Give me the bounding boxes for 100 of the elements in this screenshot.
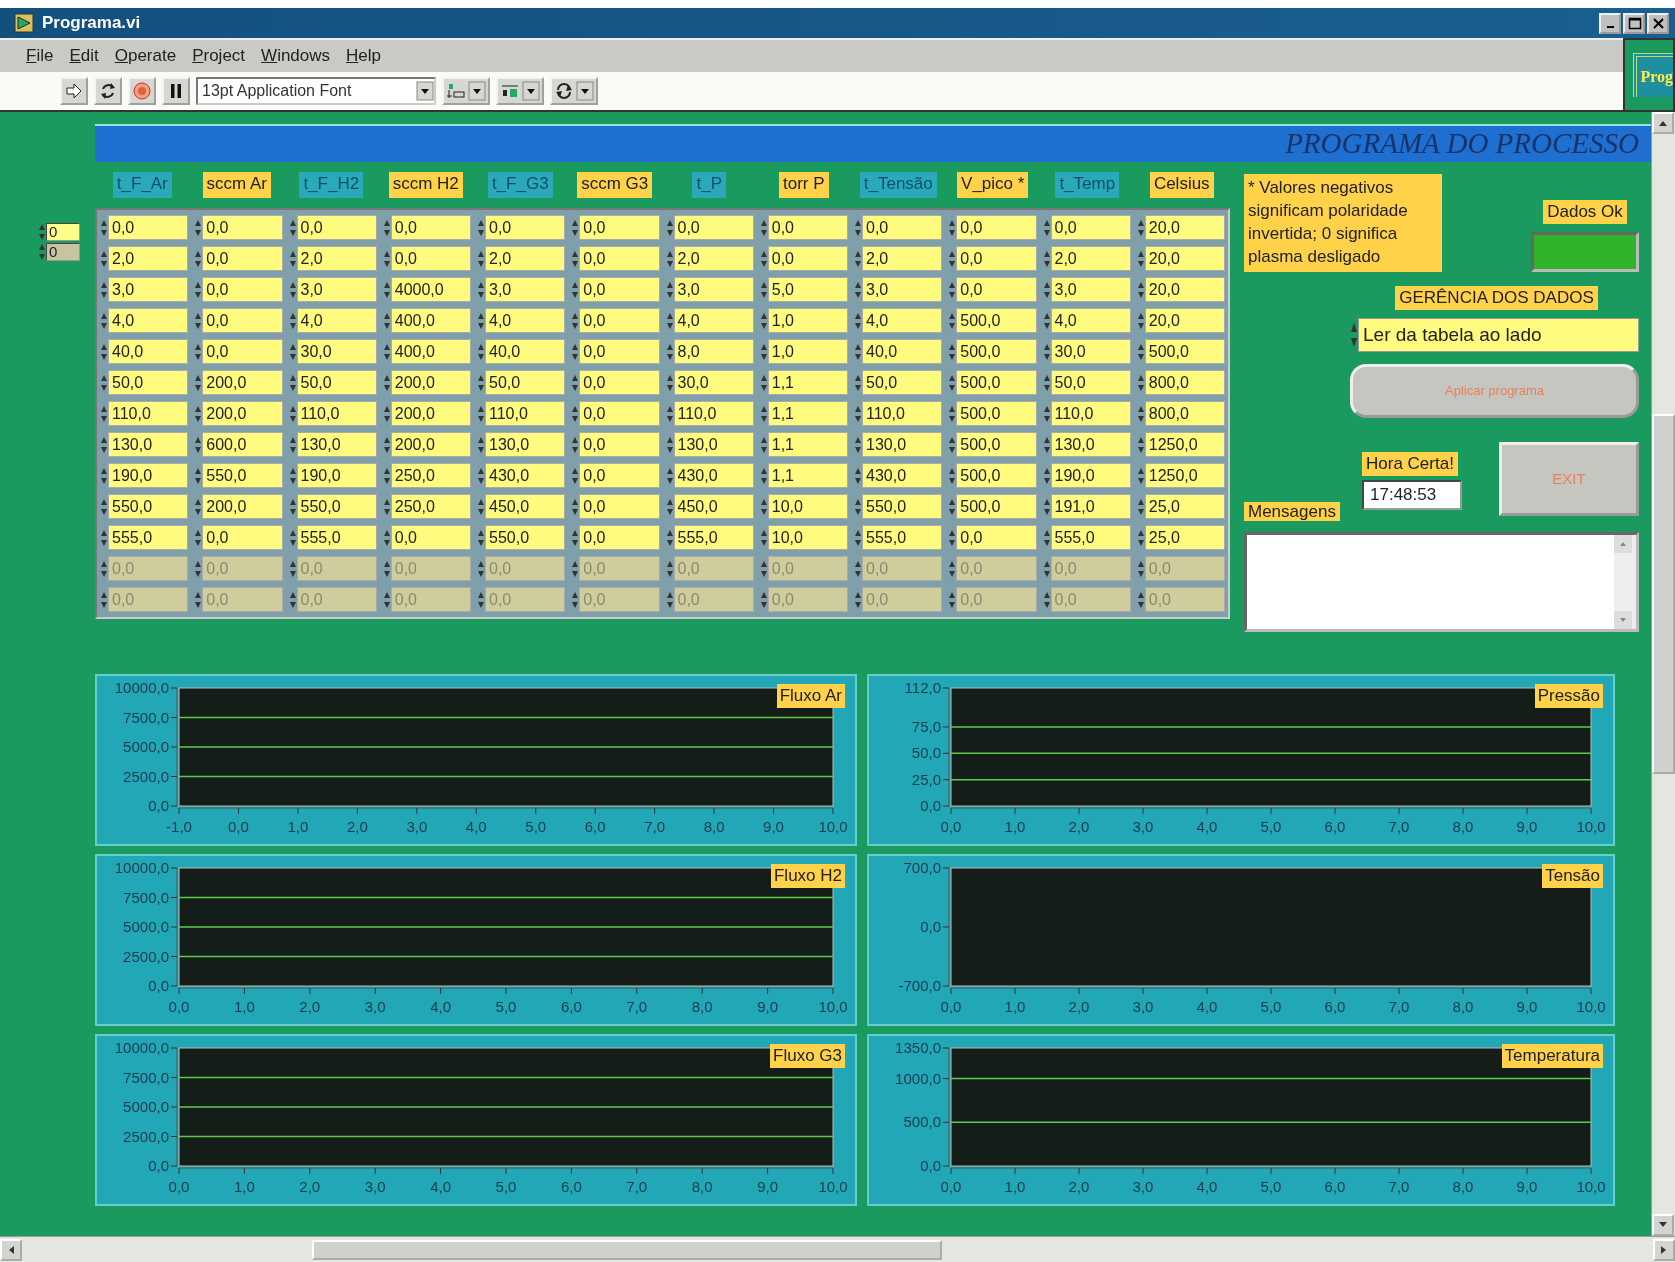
numeric-field[interactable]: 250,0 [390, 463, 471, 488]
numeric-field[interactable]: 0,0 [956, 246, 1037, 271]
numeric-field[interactable]: 500,0 [956, 463, 1037, 488]
numeric-field[interactable]: 0,0 [485, 215, 566, 240]
numeric-field[interactable]: 555,0 [1050, 525, 1131, 550]
font-dropdown[interactable]: 13pt Application Font [196, 77, 436, 105]
numeric-field[interactable]: 555,0 [296, 525, 377, 550]
scroll-down-button[interactable] [1652, 1214, 1674, 1236]
numeric-field[interactable]: 0,0 [767, 246, 848, 271]
spinner-arrows-icon[interactable] [38, 222, 46, 242]
numeric-field[interactable]: 3,0 [108, 277, 189, 302]
numeric-field[interactable]: 5,0 [767, 277, 848, 302]
numeric-field[interactable]: 3,0 [862, 277, 943, 302]
numeric-field[interactable]: 0,0 [579, 246, 660, 271]
numeric-field[interactable]: 0,0 [579, 494, 660, 519]
numeric-field[interactable]: 550,0 [862, 494, 943, 519]
numeric-field[interactable]: 1,0 [767, 339, 848, 364]
numeric-field[interactable]: 0,0 [956, 215, 1037, 240]
numeric-field[interactable]: 50,0 [108, 370, 189, 395]
numeric-field[interactable]: 0,0 [108, 215, 189, 240]
numeric-field[interactable]: 550,0 [296, 494, 377, 519]
numeric-field[interactable]: 600,0 [202, 432, 283, 457]
numeric-field[interactable]: 4,0 [296, 308, 377, 333]
vertical-scrollbar[interactable] [1651, 112, 1675, 1236]
numeric-field[interactable]: 130,0 [485, 432, 566, 457]
numeric-field[interactable]: 4,0 [485, 308, 566, 333]
numeric-field[interactable]: 200,0 [390, 401, 471, 426]
array-index-field[interactable]: 0 [46, 223, 80, 241]
numeric-field[interactable]: 0,0 [579, 277, 660, 302]
numeric-field[interactable]: 500,0 [956, 432, 1037, 457]
numeric-field[interactable]: 500,0 [956, 370, 1037, 395]
scrollbar-thumb[interactable] [1652, 414, 1675, 774]
numeric-field[interactable]: 110,0 [1050, 401, 1131, 426]
numeric-field[interactable]: 2,0 [485, 246, 566, 271]
numeric-field[interactable]: 0,0 [202, 308, 283, 333]
numeric-field[interactable]: 200,0 [202, 370, 283, 395]
numeric-field[interactable]: 0,0 [579, 463, 660, 488]
numeric-field[interactable]: 3,0 [673, 277, 754, 302]
numeric-field[interactable]: 550,0 [108, 494, 189, 519]
numeric-field[interactable]: 0,0 [390, 215, 471, 240]
numeric-field[interactable]: 500,0 [956, 494, 1037, 519]
numeric-field[interactable]: 200,0 [390, 432, 471, 457]
numeric-field[interactable]: 400,0 [390, 308, 471, 333]
numeric-field[interactable]: 0,0 [202, 246, 283, 271]
numeric-field[interactable]: 40,0 [862, 339, 943, 364]
numeric-field[interactable]: 2,0 [673, 246, 754, 271]
numeric-field[interactable]: 1,1 [767, 401, 848, 426]
numeric-field[interactable]: 10,0 [767, 525, 848, 550]
scroll-up-button[interactable] [1652, 112, 1674, 134]
numeric-field[interactable]: 110,0 [108, 401, 189, 426]
menu-item[interactable]: Operate [108, 43, 183, 69]
numeric-field[interactable]: 1,1 [767, 370, 848, 395]
numeric-field[interactable]: 430,0 [673, 463, 754, 488]
numeric-field[interactable]: 1250,0 [1144, 463, 1225, 488]
numeric-field[interactable]: 430,0 [485, 463, 566, 488]
numeric-field[interactable]: 500,0 [956, 308, 1037, 333]
numeric-field[interactable]: 130,0 [1050, 432, 1131, 457]
numeric-field[interactable]: 190,0 [108, 463, 189, 488]
numeric-field[interactable]: 40,0 [485, 339, 566, 364]
numeric-field[interactable]: 1,1 [767, 463, 848, 488]
numeric-field[interactable]: 30,0 [673, 370, 754, 395]
spinner-arrows-icon[interactable] [38, 242, 46, 262]
numeric-field[interactable]: 2,0 [1050, 246, 1131, 271]
numeric-field[interactable]: 3,0 [1050, 277, 1131, 302]
numeric-field[interactable]: 800,0 [1144, 370, 1225, 395]
numeric-field[interactable]: 0,0 [862, 215, 943, 240]
menu-item[interactable]: Help [340, 43, 387, 69]
numeric-field[interactable]: 4,0 [673, 308, 754, 333]
numeric-field[interactable]: 0,0 [956, 525, 1037, 550]
numeric-field[interactable]: 20,0 [1144, 277, 1225, 302]
scrollbar-thumb[interactable] [312, 1239, 942, 1260]
numeric-field[interactable]: 25,0 [1144, 525, 1225, 550]
numeric-field[interactable]: 130,0 [108, 432, 189, 457]
numeric-field[interactable]: 40,0 [108, 339, 189, 364]
run-button[interactable] [60, 77, 88, 105]
scroll-right-button[interactable] [1653, 1238, 1675, 1261]
menu-item[interactable]: Edit [63, 43, 105, 69]
numeric-field[interactable]: 500,0 [956, 339, 1037, 364]
numeric-field[interactable]: 0,0 [390, 525, 471, 550]
numeric-field[interactable]: 555,0 [673, 525, 754, 550]
numeric-field[interactable]: 20,0 [1144, 246, 1225, 271]
numeric-field[interactable]: 555,0 [108, 525, 189, 550]
numeric-field[interactable]: 200,0 [202, 494, 283, 519]
numeric-field[interactable]: 4,0 [108, 308, 189, 333]
numeric-field[interactable]: 1,0 [767, 308, 848, 333]
numeric-field[interactable]: 250,0 [390, 494, 471, 519]
numeric-field[interactable]: 30,0 [1050, 339, 1131, 364]
align-objects-dropdown[interactable] [442, 77, 490, 105]
distribute-objects-dropdown[interactable] [496, 77, 544, 105]
numeric-field[interactable]: 0,0 [1050, 215, 1131, 240]
numeric-field[interactable]: 0,0 [296, 215, 377, 240]
run-continuously-button[interactable] [94, 77, 122, 105]
numeric-field[interactable]: 0,0 [579, 339, 660, 364]
numeric-field[interactable]: 800,0 [1144, 401, 1225, 426]
numeric-field[interactable]: 450,0 [485, 494, 566, 519]
numeric-field[interactable]: 30,0 [296, 339, 377, 364]
scroll-left-button[interactable] [0, 1238, 22, 1261]
numeric-field[interactable]: 400,0 [390, 339, 471, 364]
numeric-field[interactable]: 50,0 [296, 370, 377, 395]
numeric-field[interactable]: 0,0 [390, 246, 471, 271]
